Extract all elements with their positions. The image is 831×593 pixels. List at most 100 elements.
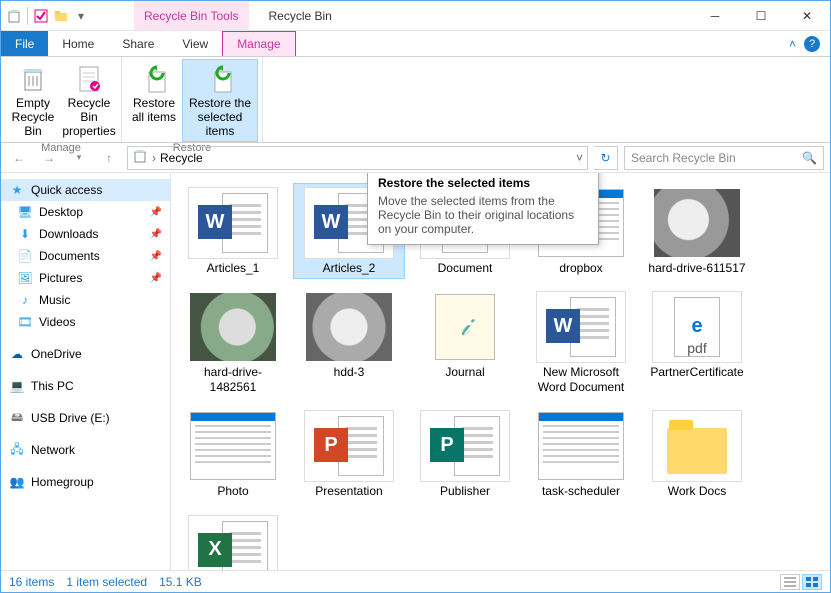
pictures-icon: 🖼: [17, 270, 33, 286]
file-tile[interactable]: 𝒾 Journal: [409, 287, 521, 398]
file-thumbnail: [652, 410, 742, 482]
sidebar-item-network[interactable]: 🖧Network: [1, 439, 170, 461]
file-name: hard-drive-1482561: [181, 365, 285, 394]
sidebar-item-this-pc[interactable]: 💻This PC: [1, 375, 170, 397]
file-tile[interactable]: XWorksheet: [177, 511, 289, 570]
search-input[interactable]: Search Recycle Bin 🔍: [624, 146, 824, 170]
homegroup-icon: 👥: [9, 474, 25, 490]
file-name: Articles_1: [207, 261, 260, 275]
ribbon: Empty Recycle Bin Recycle Bin properties…: [1, 57, 830, 143]
file-thumbnail: P: [304, 410, 394, 482]
tooltip-description: Move the selected items from the Recycle…: [378, 194, 588, 236]
restore-all-items-button[interactable]: Restore all items: [126, 59, 182, 142]
address-bar: ← → ▾ ↑ › Recycle ˅ ↻ Search Recycle Bin…: [1, 143, 830, 173]
file-name: Document: [438, 261, 493, 275]
sidebar-item-homegroup[interactable]: 👥Homegroup: [1, 471, 170, 493]
status-selection: 1 item selected: [66, 575, 147, 589]
nav-forward-button[interactable]: →: [37, 146, 61, 170]
refresh-button[interactable]: ↻: [594, 146, 618, 170]
file-name: hard-drive-611517: [648, 261, 745, 275]
empty-bin-icon: [17, 63, 49, 95]
sidebar-item-music[interactable]: ♪Music: [1, 289, 170, 311]
file-tile[interactable]: PPublisher: [409, 406, 521, 502]
sidebar-item-desktop[interactable]: 🖥Desktop📌: [1, 201, 170, 223]
sidebar-item-pictures[interactable]: 🖼Pictures📌: [1, 267, 170, 289]
nav-back-button[interactable]: ←: [7, 146, 31, 170]
file-name: Presentation: [315, 484, 382, 498]
file-tile[interactable]: WArticles_1: [177, 183, 289, 279]
file-name: New Microsoft Word Document: [529, 365, 633, 394]
nav-up-button[interactable]: ↑: [97, 146, 121, 170]
details-view-button[interactable]: [780, 574, 800, 590]
sidebar-item-videos[interactable]: 🎞Videos: [1, 311, 170, 333]
sidebar-item-usb-drive[interactable]: 🖴USB Drive (E:): [1, 407, 170, 429]
contextual-tab-label: Recycle Bin Tools: [134, 1, 249, 30]
restore-all-icon: [138, 63, 170, 95]
title-bar: ▾ Recycle Bin Tools Recycle Bin ─ ☐ ✕: [1, 1, 830, 31]
recycle-bin-crumb-icon: [132, 148, 148, 167]
pin-icon: 📌: [150, 207, 162, 218]
file-thumbnail: 𝒾: [420, 291, 510, 363]
large-icons-view-button[interactable]: [802, 574, 822, 590]
restore-selected-items-button[interactable]: Restore the selected items: [182, 59, 258, 142]
qat-new-folder-icon[interactable]: [52, 7, 70, 25]
recycle-bin-properties-button[interactable]: Recycle Bin properties: [61, 59, 117, 142]
this-pc-icon: 💻: [9, 378, 25, 394]
file-thumbnail: [536, 410, 626, 482]
tab-home[interactable]: Home: [48, 31, 108, 56]
ribbon-tabs: File Home Share View Manage ˄ ?: [1, 31, 830, 57]
sidebar-item-documents[interactable]: 📄Documents📌: [1, 245, 170, 267]
network-icon: 🖧: [9, 442, 25, 458]
file-tile[interactable]: task-scheduler: [525, 406, 637, 502]
pin-icon: 📌: [150, 229, 162, 240]
sidebar-item-quick-access[interactable]: ★Quick access: [1, 179, 170, 201]
file-tile[interactable]: hard-drive-1482561: [177, 287, 289, 398]
file-tile[interactable]: hdd-3: [293, 287, 405, 398]
file-name: Articles_2: [323, 261, 376, 275]
status-item-count: 16 items: [9, 575, 54, 589]
file-tile[interactable]: Work Docs: [641, 406, 753, 502]
sidebar-item-onedrive[interactable]: ☁OneDrive: [1, 343, 170, 365]
breadcrumb-segment[interactable]: Recycle: [160, 151, 203, 165]
empty-recycle-bin-button[interactable]: Empty Recycle Bin: [5, 59, 61, 142]
tooltip: Restore the selected items Move the sele…: [367, 173, 599, 245]
music-icon: ♪: [17, 292, 33, 308]
ribbon-group-manage: Empty Recycle Bin Recycle Bin properties…: [1, 57, 122, 142]
file-thumbnail: [188, 291, 278, 363]
close-button[interactable]: ✕: [784, 1, 830, 31]
file-tile[interactable]: WNew Microsoft Word Document: [525, 287, 637, 398]
file-name: Work Docs: [668, 484, 726, 498]
navigation-pane: ★Quick access 🖥Desktop📌 ⬇Downloads📌 📄Doc…: [1, 173, 171, 570]
star-icon: ★: [9, 182, 25, 198]
qat-dropdown-icon[interactable]: ▾: [72, 7, 90, 25]
file-name: Photo: [217, 484, 248, 498]
tab-share[interactable]: Share: [108, 31, 168, 56]
usb-icon: 🖴: [9, 410, 25, 426]
breadcrumb[interactable]: › Recycle ˅: [127, 146, 588, 170]
sidebar-item-downloads[interactable]: ⬇Downloads📌: [1, 223, 170, 245]
minimize-ribbon-icon[interactable]: ˄: [789, 37, 796, 51]
file-thumbnail: epdf: [652, 291, 742, 363]
tab-manage[interactable]: Manage: [222, 31, 295, 56]
tab-view[interactable]: View: [168, 31, 222, 56]
minimize-button[interactable]: ─: [692, 1, 738, 31]
nav-recent-button[interactable]: ▾: [67, 146, 91, 170]
search-placeholder: Search Recycle Bin: [631, 151, 736, 165]
address-dropdown-icon[interactable]: ˅: [576, 151, 583, 165]
file-tile[interactable]: Photo: [177, 406, 289, 502]
qat-properties-icon[interactable]: [32, 7, 50, 25]
file-tile[interactable]: epdfPartnerCertificate: [641, 287, 753, 398]
maximize-button[interactable]: ☐: [738, 1, 784, 31]
pin-icon: 📌: [150, 273, 162, 284]
file-thumbnail: P: [420, 410, 510, 482]
file-tile[interactable]: hard-drive-611517: [641, 183, 753, 279]
file-tile[interactable]: P Presentation: [293, 406, 405, 502]
file-name: Journal: [445, 365, 484, 379]
tab-file[interactable]: File: [1, 31, 48, 56]
file-thumbnail: [304, 291, 394, 363]
tooltip-title: Restore the selected items: [378, 176, 588, 190]
help-icon[interactable]: ?: [804, 36, 820, 52]
status-size: 15.1 KB: [159, 575, 202, 589]
chevron-right-icon[interactable]: ›: [152, 151, 156, 165]
pin-icon: 📌: [150, 251, 162, 262]
